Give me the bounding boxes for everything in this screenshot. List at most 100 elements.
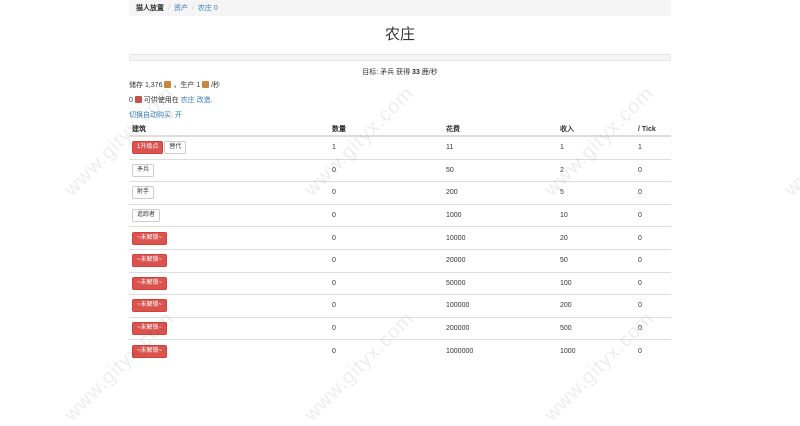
building-cell: ~未解锁~ (129, 226, 329, 250)
main-container: 猫人放置 / 资产 / 农庄 0 农庄 目标: 矛兵 获得 33 鹿/秒 储存 … (129, 0, 671, 362)
table-row: 1升级点 替代 1 11 1 1 (129, 136, 671, 160)
progress-bar (129, 54, 671, 61)
cost-cell: 10000 (443, 226, 557, 250)
goal-amount: 33 (412, 69, 420, 76)
building-locked-button[interactable]: ~未解锁~ (132, 276, 168, 290)
breadcrumb-home[interactable]: 猫人放置 (136, 3, 164, 13)
tick-cell: 0 (635, 272, 671, 296)
building-locked-button[interactable]: ~未解锁~ (132, 254, 168, 268)
count-cell: 0 (329, 272, 443, 296)
tick-cell: 0 (635, 249, 671, 273)
goal-text: 目标: 矛兵 获得 33 鹿/秒 (129, 68, 671, 78)
cost-cell: 50000 (443, 272, 557, 296)
breadcrumb-separator: / (191, 4, 194, 12)
income-cell: 500 (557, 317, 635, 341)
breadcrumb-current-link[interactable]: 农庄 0 (198, 3, 218, 13)
meat-resource-icon (134, 96, 142, 103)
table-body: 1升级点 替代 1 11 1 1 矛兵 0 50 2 0 射手 0 200 5 0 追踪者 0 1000 10 0 ~未解… (129, 136, 671, 362)
cost-cell: 200000 (443, 317, 557, 341)
cost-cell: 1000000 (446, 347, 474, 355)
table-row: ~未解锁~ 0 1000000 1000 0 (129, 340, 671, 362)
goal-suffix: 鹿/秒 (419, 69, 438, 76)
table-row: ~未解锁~ 0 20000 50 0 (129, 249, 671, 273)
meat-mid: 可供使用在 (141, 97, 181, 104)
building-cell: ~未解锁~ (129, 340, 329, 362)
table-row: ~未解锁~ 0 10000 20 0 (129, 226, 671, 250)
breadcrumb-separator: / (168, 4, 170, 12)
income-cell: 200 (557, 294, 635, 318)
count-cell: 0 (329, 159, 443, 183)
page-title: 农庄 (384, 26, 415, 43)
count-cell: 1 (329, 136, 443, 160)
building-buy-button[interactable]: 矛兵 (132, 163, 155, 177)
tick-cell: 0 (638, 347, 642, 355)
header-cost: 花费 (443, 123, 557, 137)
cost-cell: 200 (443, 181, 557, 205)
cost-cell: 100000 (443, 294, 557, 318)
goal-prefix: 目标: 矛兵 获得 (362, 69, 413, 76)
breadcrumb-assets-link[interactable]: 资产 (174, 3, 188, 13)
building-locked-button[interactable]: ~未解锁~ (132, 322, 168, 336)
table-row: 射手 0 200 5 0 (129, 181, 671, 205)
header-count: 数量 (329, 123, 443, 137)
stock-prefix: 储存 1,376 (129, 82, 165, 89)
stock-suffix: /秒 (209, 82, 221, 89)
building-cell: 追踪者 (129, 204, 329, 228)
building-locked-button[interactable]: ~未解锁~ (132, 299, 168, 313)
building-cell: 1升级点 替代 (129, 136, 329, 160)
upgrade-link[interactable]: 农庄 改造 (181, 97, 211, 104)
building-cell: 射手 (129, 181, 329, 205)
tick-cell: 0 (635, 159, 671, 183)
building-cell: ~未解锁~ (129, 249, 329, 273)
tick-cell: 0 (635, 181, 671, 205)
building-locked-button[interactable]: ~未解锁~ (132, 344, 168, 358)
table-row: 矛兵 0 50 2 0 (129, 159, 671, 183)
stock-line: 储存 1,376 ，生产 1 /秒 (129, 81, 671, 91)
table-row: ~未解锁~ 0 50000 100 0 (129, 272, 671, 296)
table-row: 追踪者 0 1000 10 0 (129, 204, 671, 228)
table-row: ~未解锁~ 0 200000 500 0 (129, 317, 671, 341)
tick-cell: 0 (635, 294, 671, 318)
breadcrumb: 猫人放置 / 资产 / 农庄 0 (129, 0, 671, 16)
income-cell: 5 (557, 181, 635, 205)
building-locked-button[interactable]: ~未解锁~ (132, 231, 168, 245)
building-buy-button[interactable]: 追踪者 (132, 209, 161, 223)
building-buy-button[interactable]: 射手 (132, 186, 155, 200)
table-header-row: 建筑 数量 花费 收入 / Tick (129, 123, 671, 137)
stock-mid: ，生产 1 (171, 82, 203, 89)
building-cell: ~未解锁~ (129, 272, 329, 296)
income-cell: 1000 (560, 347, 576, 355)
building-cell: ~未解锁~ (129, 317, 329, 341)
building-cell: 矛兵 (129, 159, 329, 183)
buildings-table: 建筑 数量 花费 收入 / Tick 1升级点 替代 1 11 1 1 矛兵 0 50 2 0 射手 0… (129, 123, 671, 362)
income-cell: 50 (557, 249, 635, 273)
count-cell: 0 (329, 181, 443, 205)
count-cell: 0 (329, 226, 443, 250)
cost-cell: 50 (443, 159, 557, 183)
income-cell: 10 (557, 204, 635, 228)
autobuy-label: 切换自动购买: (129, 112, 175, 119)
income-cell: 1 (557, 136, 635, 160)
tick-cell: 0 (635, 226, 671, 250)
count-cell: 0 (329, 317, 443, 341)
tick-cell: 1 (635, 136, 671, 160)
count-cell: 0 (332, 347, 336, 355)
header-income: 收入 (557, 123, 635, 137)
income-cell: 2 (557, 159, 635, 183)
building-buy-button[interactable]: 替代 (164, 141, 187, 155)
cost-cell: 20000 (443, 249, 557, 273)
autobuy-state: 开 (174, 112, 182, 119)
table-row: ~未解锁~ 0 100000 200 0 (129, 294, 671, 318)
autobuy-toggle[interactable]: 切换自动购买: 开 (129, 112, 182, 119)
count-cell: 0 (329, 294, 443, 318)
count-cell: 0 (329, 249, 443, 273)
meat-end: . (210, 97, 213, 104)
building-locked-button[interactable]: 1升级点 (132, 141, 164, 155)
header-building: 建筑 (129, 123, 329, 137)
cost-cell: 11 (443, 136, 557, 160)
meat-prefix: 0 (129, 97, 135, 104)
watermark-text: www.gityx.com (780, 82, 800, 201)
income-cell: 100 (557, 272, 635, 296)
header-tick: / Tick (635, 123, 671, 137)
count-cell: 0 (329, 204, 443, 228)
